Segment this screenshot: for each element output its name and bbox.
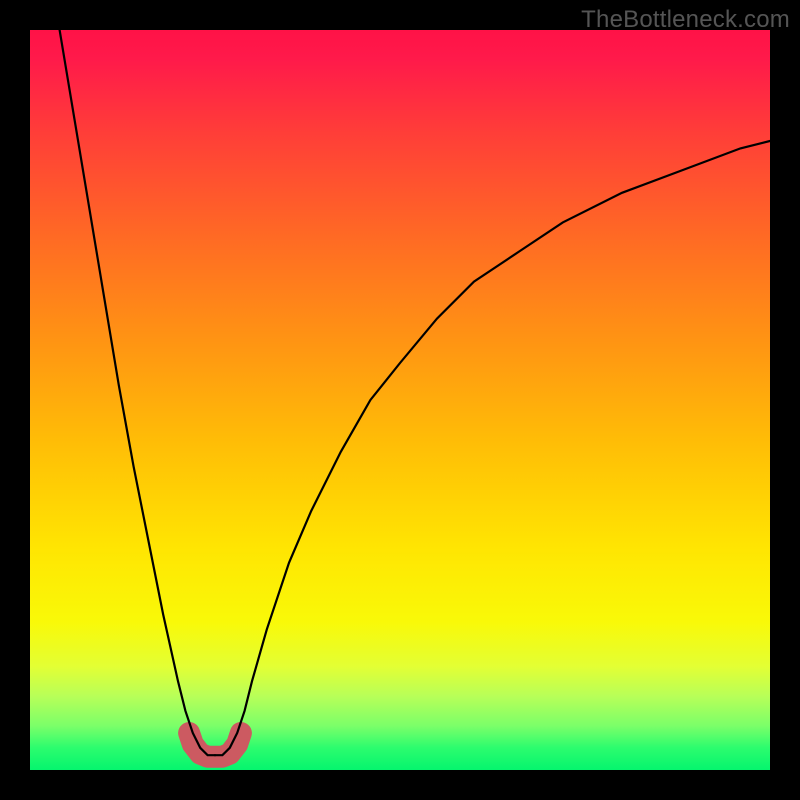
curve-layer bbox=[30, 30, 770, 770]
left-branch-path bbox=[60, 30, 215, 755]
chart-frame: TheBottleneck.com bbox=[0, 0, 800, 800]
bottom-highlight-path bbox=[189, 733, 241, 757]
right-branch-path bbox=[215, 141, 770, 755]
plot-area bbox=[30, 30, 770, 770]
